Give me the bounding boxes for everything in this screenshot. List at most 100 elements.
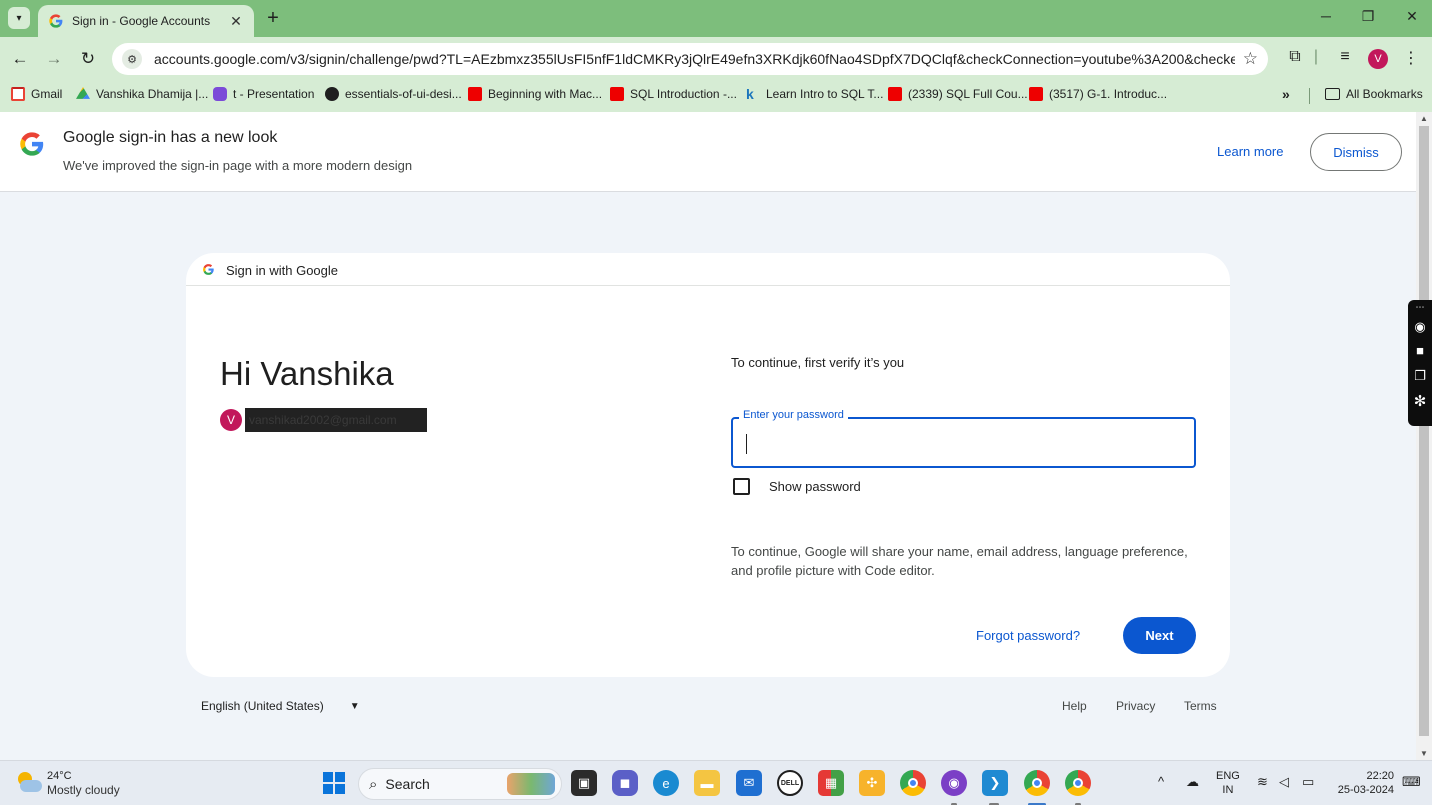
bookmarks-overflow-icon[interactable]: » [1282, 86, 1290, 102]
presentation-icon [213, 87, 227, 101]
bookmark-gmail[interactable]: Gmail [11, 87, 62, 101]
bookmark-star-icon[interactable]: ☆ [1243, 49, 1258, 69]
address-url[interactable]: accounts.google.com/v3/signin/challenge/… [154, 51, 1235, 67]
profile-avatar[interactable]: V [1368, 49, 1388, 69]
clock[interactable]: 22:20 25-03-2024 [1334, 769, 1394, 797]
media-control-icon[interactable]: ≡ [1334, 48, 1356, 66]
onedrive-sync-icon[interactable]: ☁ [1186, 774, 1199, 790]
taskbar-search[interactable]: ⌕ Search [358, 768, 562, 800]
dismiss-button[interactable]: Dismiss [1310, 133, 1402, 171]
volume-icon[interactable]: ◁ [1279, 774, 1289, 790]
puzzle-app-icon[interactable]: ✣ [859, 770, 885, 796]
show-password-row[interactable]: Show password [733, 478, 861, 495]
bookmark-label: Beginning with Mac... [488, 87, 603, 101]
password-input[interactable] [745, 432, 1185, 456]
weather-widget[interactable]: 24°C Mostly cloudy [16, 769, 120, 797]
scroll-up-arrow-icon[interactable]: ▲ [1416, 114, 1432, 123]
tab-search-button[interactable]: ▾ [8, 7, 30, 29]
address-bar[interactable]: ⚙ accounts.google.com/v3/signin/challeng… [112, 43, 1268, 75]
all-bookmarks-label: All Bookmarks [1346, 87, 1423, 101]
help-link[interactable]: Help [1062, 699, 1087, 713]
chrome-icon[interactable] [900, 770, 926, 796]
battery-icon[interactable]: ▭ [1302, 774, 1314, 790]
bookmark-essentials[interactable]: essentials-of-ui-desi... [325, 87, 462, 101]
bookmark-learn-sql[interactable]: k Learn Intro to SQL T... [746, 87, 883, 101]
site-info-icon[interactable]: ⚙ [122, 49, 142, 69]
password-field[interactable] [731, 417, 1196, 468]
pin-icon[interactable]: ⋯ [1408, 302, 1432, 313]
dell-icon[interactable]: DELL [777, 770, 803, 796]
youtube-icon [1029, 87, 1043, 101]
bookmark-label: SQL Introduction -... [630, 87, 737, 101]
folder-icon [1325, 88, 1340, 100]
privacy-link[interactable]: Privacy [1116, 699, 1155, 713]
restore-button[interactable]: ❐ [1358, 8, 1378, 25]
back-arrow-icon[interactable]: ← [8, 47, 32, 71]
vscode-icon[interactable]: ❯ [982, 770, 1008, 796]
card-header-title: Sign in with Google [226, 263, 339, 278]
video-record-icon[interactable]: ■ [1408, 343, 1432, 358]
teams-chat-icon[interactable]: ◼ [612, 770, 638, 796]
bookmark-label: t - Presentation [233, 87, 315, 101]
youtube-icon [610, 87, 624, 101]
password-label: Enter your password [739, 409, 848, 421]
terms-link[interactable]: Terms [1184, 699, 1217, 713]
taskbar-search-label: Search [385, 776, 430, 792]
scroll-thumb[interactable] [1419, 126, 1429, 736]
temperature-text: 24°C [47, 770, 72, 782]
task-view-icon[interactable]: ▣ [571, 770, 597, 796]
wifi-icon[interactable]: ≋ [1257, 774, 1268, 790]
bookmark-presentation[interactable]: t - Presentation [213, 87, 314, 101]
drive-icon [76, 87, 90, 99]
edge-browser-icon[interactable]: e [653, 770, 679, 796]
banner-title: Google sign-in has a new look [63, 129, 278, 146]
bookmark-beginning-mac[interactable]: Beginning with Mac... [468, 87, 602, 101]
clock-date: 25-03-2024 [1337, 784, 1394, 796]
windows-start-icon[interactable] [321, 770, 347, 796]
reload-icon[interactable]: ↻ [76, 47, 100, 71]
minimize-button[interactable]: ─ [1316, 8, 1336, 24]
screenshot-camera-icon[interactable]: ◉ [1408, 319, 1432, 335]
bookmark-sql-full-course[interactable]: (2339) SQL Full Cou... [888, 87, 1028, 101]
windows-icon[interactable]: ❐ [1408, 368, 1432, 384]
tab-close-icon[interactable]: ✕ [228, 13, 244, 30]
learn-more-link[interactable]: Learn more [1217, 144, 1283, 159]
settings-gear-icon[interactable]: ✻ [1408, 392, 1432, 410]
capture-toolbar: ⋯ ◉ ■ ❐ ✻ [1408, 300, 1432, 426]
search-icon: ⌕ [369, 775, 378, 793]
github-desktop-icon[interactable]: ◉ [941, 770, 967, 796]
show-password-checkbox[interactable] [733, 478, 750, 495]
banner-subtitle: We've improved the sign-in page with a m… [63, 158, 413, 173]
notifications-icon[interactable]: ⌨ [1402, 774, 1421, 790]
bookmark-g1-intro[interactable]: (3517) G-1. Introduc... [1029, 87, 1167, 101]
all-bookmarks[interactable]: All Bookmarks [1325, 87, 1423, 101]
chrome-profile-2-icon[interactable] [1065, 770, 1091, 796]
menu-kebab-icon[interactable]: ⋮ [1400, 48, 1422, 68]
file-explorer-icon[interactable]: ▬ [694, 770, 720, 796]
bookmark-drive[interactable]: Vanshika Dhamija |... [76, 87, 208, 101]
bookmark-sql-introduction[interactable]: SQL Introduction -... [610, 87, 737, 101]
active-tab[interactable]: Sign in - Google Accounts ✕ [38, 5, 254, 37]
language-selector[interactable]: English (United States) ▼ [201, 699, 360, 713]
language-label: English (United States) [201, 699, 324, 713]
next-button[interactable]: Next [1123, 617, 1196, 654]
show-password-label[interactable]: Show password [769, 479, 861, 494]
toolbar-divider: | [1313, 48, 1319, 65]
mail-icon[interactable]: ✉ [736, 770, 762, 796]
google-g-icon [20, 132, 44, 156]
windows-taskbar: 24°C Mostly cloudy ⌕ Search ▣ ◼ e ▬ ✉ DE… [0, 760, 1432, 805]
chrome-profile-v-icon[interactable] [1024, 770, 1050, 796]
new-tab-button[interactable]: + [262, 8, 284, 28]
account-chip[interactable]: V vanshikad2002@gmail.com [220, 408, 427, 432]
winrar-icon[interactable]: ▦ [818, 770, 844, 796]
forgot-password-link[interactable]: Forgot password? [976, 628, 1080, 643]
page-scrollbar[interactable]: ▲ ▼ [1416, 112, 1432, 760]
tab-title: Sign in - Google Accounts [72, 14, 211, 28]
input-language[interactable]: ENG IN [1216, 769, 1240, 797]
gmail-icon [11, 87, 25, 101]
scroll-down-arrow-icon[interactable]: ▼ [1416, 749, 1432, 758]
extensions-icon[interactable]: ⧉ [1284, 48, 1306, 66]
tray-overflow-icon[interactable]: ^ [1158, 774, 1164, 789]
close-window-button[interactable]: ✕ [1402, 8, 1422, 25]
forward-arrow-icon[interactable]: → [42, 47, 66, 71]
